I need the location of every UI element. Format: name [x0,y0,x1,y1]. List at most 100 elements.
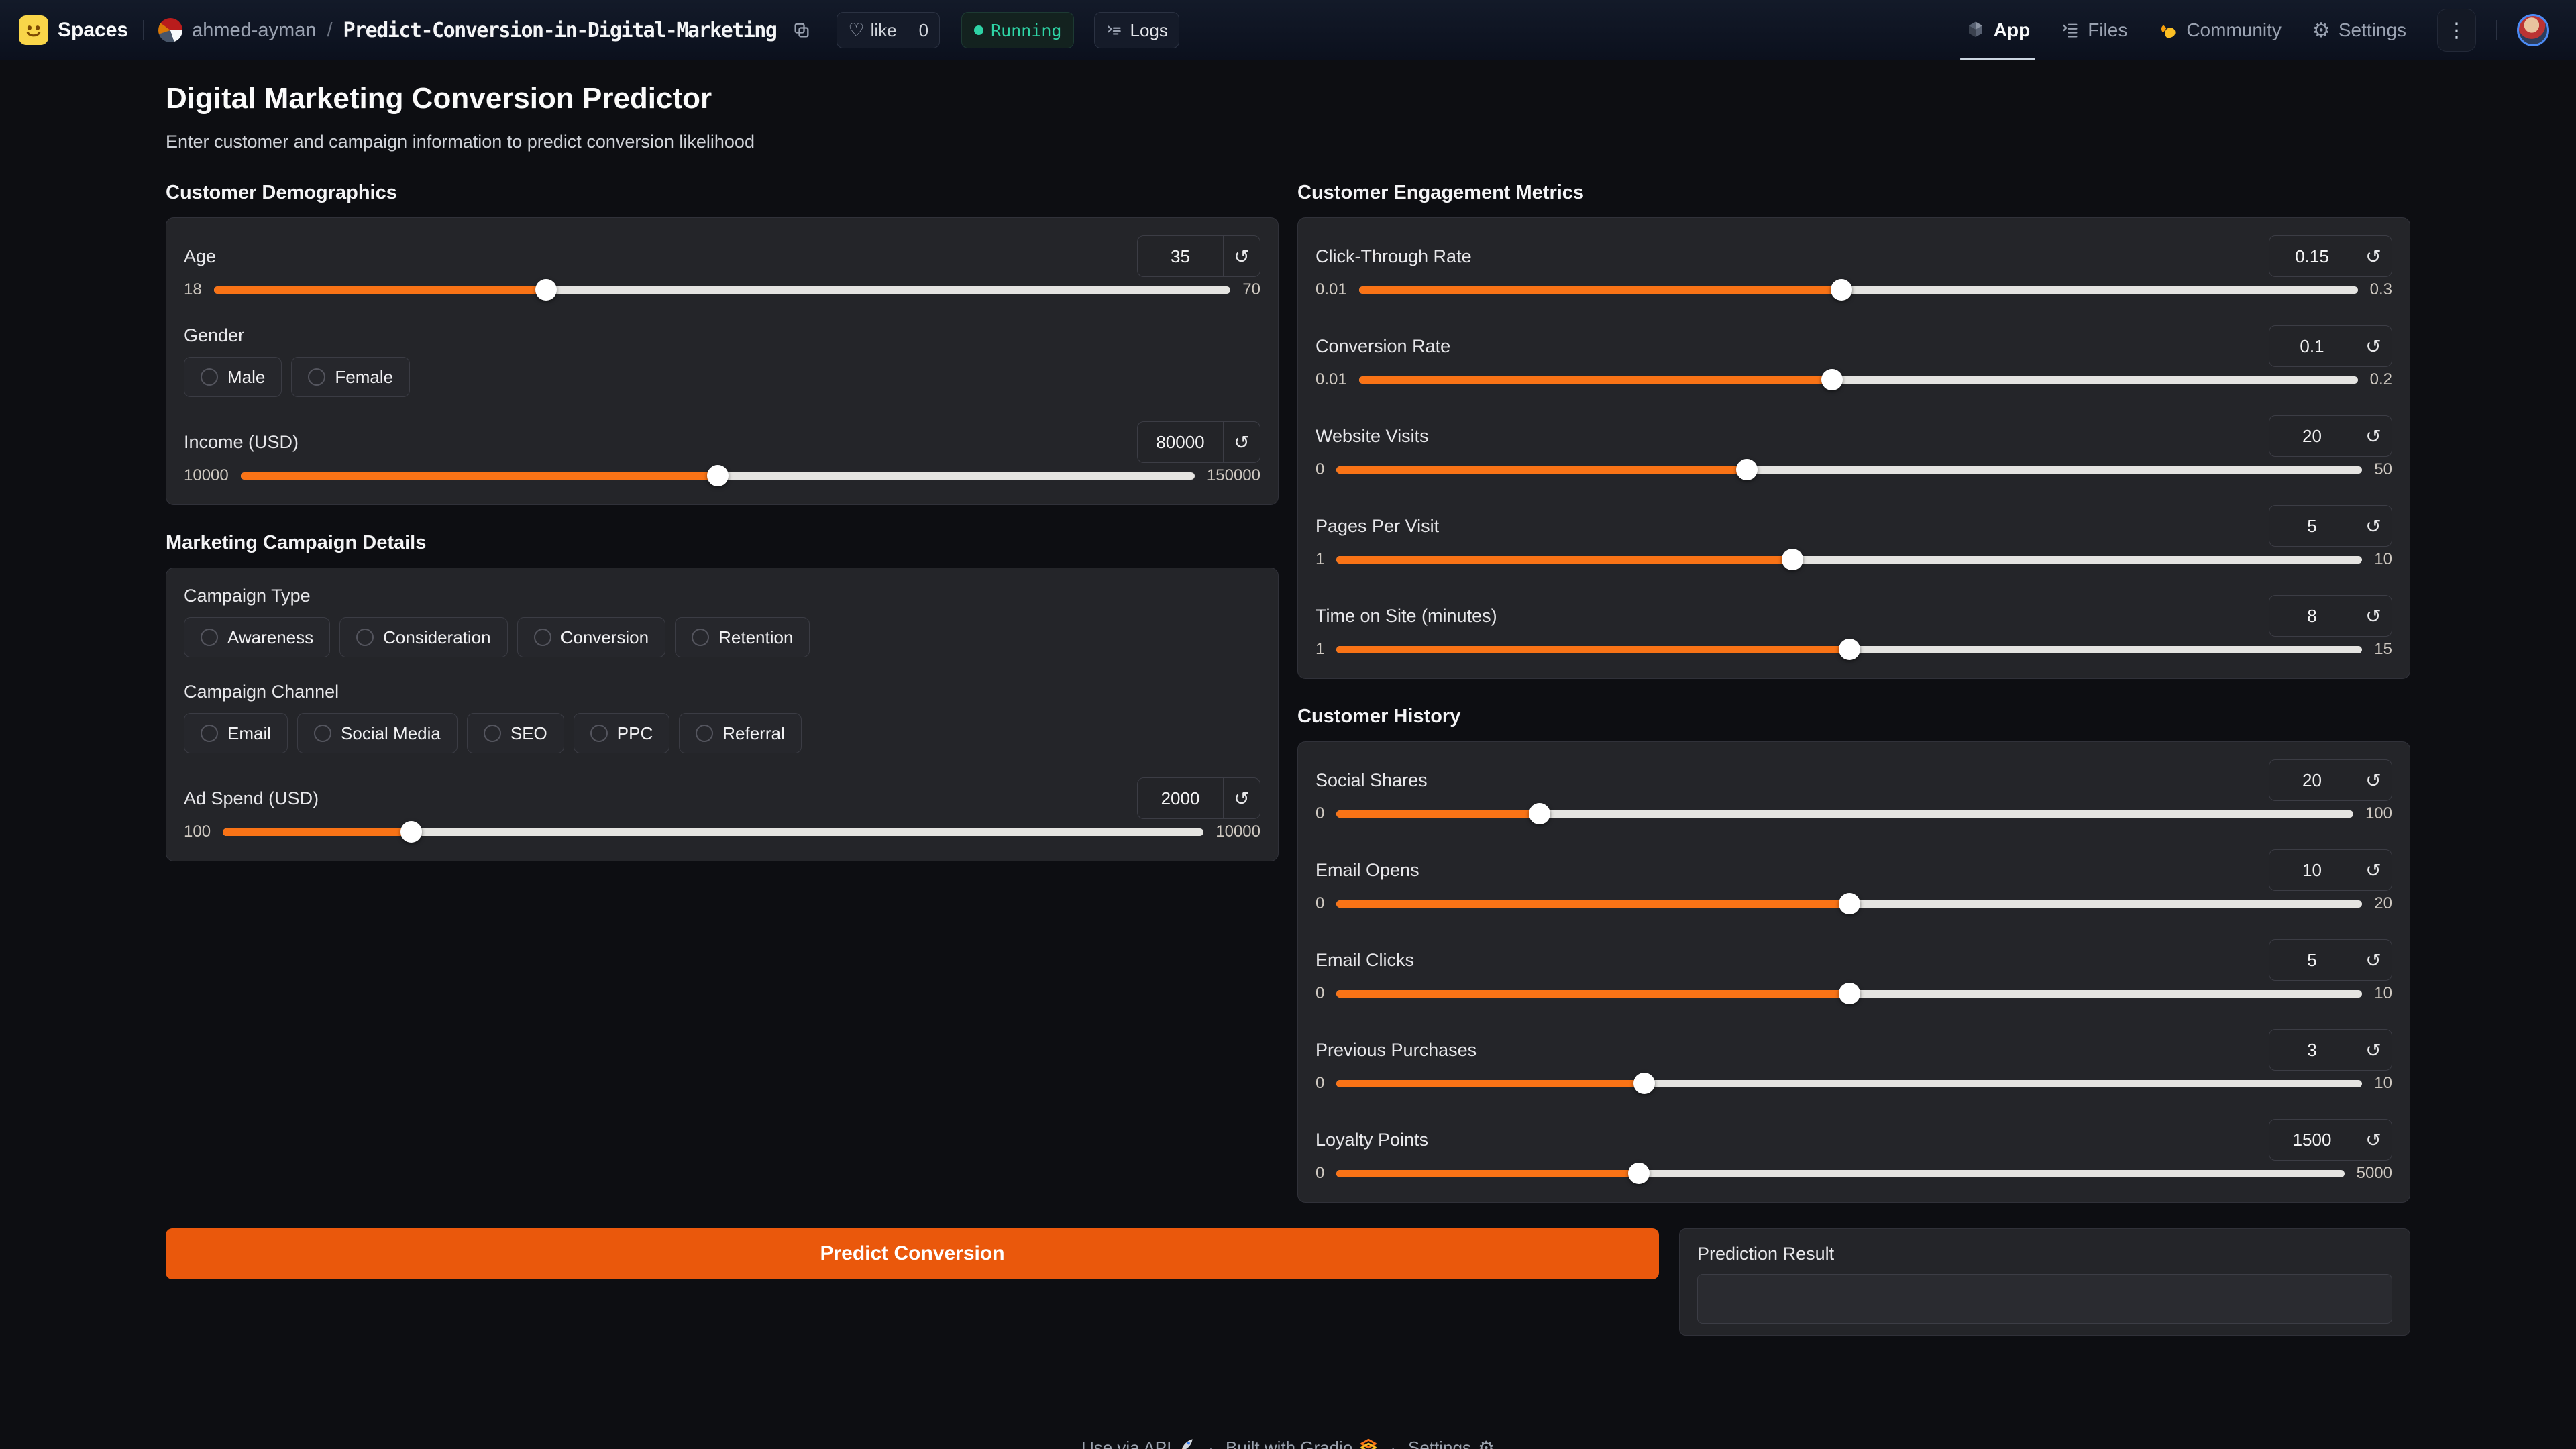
slider-handle[interactable] [1782,549,1803,570]
slider-value-input[interactable]: 5 [2269,506,2355,546]
radio-option-ppc[interactable]: PPC [574,713,669,753]
slider-value-input[interactable]: 10 [2269,850,2355,890]
repo-owner-link[interactable]: ahmed-ayman [192,19,316,42]
huggingface-logo-icon[interactable] [19,15,48,45]
status-badge[interactable]: Running [961,12,1074,48]
slider-value-input[interactable]: 80000 [1138,422,1223,462]
slider-track[interactable] [1336,556,2362,564]
slider-handle[interactable] [1736,459,1758,480]
radio-option-label: Consideration [383,627,490,648]
slider-handle[interactable] [535,279,557,301]
slider-value-input[interactable]: 3 [2269,1030,2355,1070]
slider-handle[interactable] [1633,1073,1655,1094]
slider-fill [1336,900,1849,908]
predict-conversion-button[interactable]: Predict Conversion [166,1228,1659,1279]
radio-option-label: Conversion [561,627,649,648]
slider-track[interactable] [1359,376,2358,384]
radio-option-retention[interactable]: Retention [675,617,810,657]
reset-icon[interactable]: ↺ [2355,506,2392,546]
slider-value-input[interactable]: 0.15 [2269,236,2355,276]
slider-track[interactable] [1336,1080,2362,1087]
reset-icon[interactable]: ↺ [1223,422,1260,462]
radio-circle-icon [314,724,331,742]
slider-handle[interactable] [1529,803,1550,824]
reset-icon[interactable]: ↺ [2355,416,2392,456]
reset-icon[interactable]: ↺ [2355,596,2392,636]
spaces-brand[interactable]: Spaces [58,19,128,42]
logs-button[interactable]: Logs [1094,12,1179,48]
slider-value-input[interactable]: 20 [2269,416,2355,456]
prediction-result-output[interactable] [1697,1274,2392,1324]
use-via-api-link[interactable]: Use via API [1081,1437,1195,1449]
page-title: Digital Marketing Conversion Predictor [166,82,2410,115]
copy-icon[interactable] [792,21,811,40]
slider-value-input[interactable]: 5 [2269,940,2355,980]
slider-track[interactable] [1336,1170,2344,1177]
slider-value-input[interactable]: 20 [2269,760,2355,800]
slider-row: 100 10000 [184,820,1260,843]
tab-community[interactable]: Community [2158,0,2282,60]
tab-files[interactable]: Files [2061,0,2127,60]
slider-min-label: 0 [1316,1164,1324,1183]
slider-handle[interactable] [1821,369,1843,390]
slider-value-input[interactable]: 0.1 [2269,326,2355,366]
slider-track[interactable] [1336,810,2353,818]
slider-handle[interactable] [707,465,729,486]
radio-option-social-media[interactable]: Social Media [297,713,458,753]
slider-handle[interactable] [1831,279,1852,301]
reset-icon[interactable]: ↺ [2355,236,2392,276]
reset-icon[interactable]: ↺ [2355,1120,2392,1160]
slider-track[interactable] [1359,286,2358,294]
radio-option-female[interactable]: Female [291,357,410,397]
slider-value-input[interactable]: 35 [1138,236,1223,276]
reset-icon[interactable]: ↺ [2355,940,2392,980]
radio-option-conversion[interactable]: Conversion [517,617,666,657]
reset-icon[interactable]: ↺ [2355,850,2392,890]
repo-avatar[interactable] [158,18,182,42]
reset-icon[interactable]: ↺ [2355,326,2392,366]
reset-icon[interactable]: ↺ [2355,760,2392,800]
footer-settings-link[interactable]: Settings ⚙ [1408,1437,1495,1449]
repo-name-link[interactable]: Predict-Conversion-in-Digital-Marketing [343,19,777,42]
like-widget[interactable]: ♡ like 0 [837,12,940,48]
slider-label: Website Visits [1316,426,1429,447]
kebab-menu-icon[interactable]: ⋮ [2437,9,2476,52]
slider-min-label: 100 [184,822,211,841]
radio-option-label: Awareness [227,627,313,648]
slider-track[interactable] [241,472,1195,480]
slider-track[interactable] [223,828,1203,836]
tab-app[interactable]: App [1966,0,2030,60]
slider-track[interactable] [1336,990,2362,998]
radio-option-male[interactable]: Male [184,357,282,397]
column-1: Customer Demographics Age 35 ↺ 18 70 Gen… [166,182,1279,861]
slider-value-input[interactable]: 1500 [2269,1120,2355,1160]
slider-handle[interactable] [1839,893,1860,914]
slider-track[interactable] [1336,646,2362,653]
user-avatar[interactable] [2517,14,2549,46]
slider-track[interactable] [214,286,1231,294]
radio-option-consideration[interactable]: Consideration [339,617,507,657]
slider-handle[interactable] [400,821,422,843]
radio-option-referral[interactable]: Referral [679,713,801,753]
slider-handle[interactable] [1628,1163,1650,1184]
slider-value-input[interactable]: 8 [2269,596,2355,636]
slider-track[interactable] [1336,900,2362,908]
like-count[interactable]: 0 [908,20,939,41]
built-with-gradio-link[interactable]: Built with Gradio [1226,1436,1378,1449]
radio-options: Email Social Media SEO PPC Referral [184,713,1260,753]
slider-min-label: 0 [1316,894,1324,913]
slider-value-input[interactable]: 2000 [1138,778,1223,818]
reset-icon[interactable]: ↺ [1223,778,1260,818]
radio-option-awareness[interactable]: Awareness [184,617,330,657]
slider-handle[interactable] [1839,639,1860,660]
reset-icon[interactable]: ↺ [2355,1030,2392,1070]
slider-handle[interactable] [1839,983,1860,1004]
like-button[interactable]: ♡ like [837,13,907,48]
radio-option-email[interactable]: Email [184,713,288,753]
radio-option-seo[interactable]: SEO [467,713,564,753]
reset-icon[interactable]: ↺ [1223,236,1260,276]
slider-track[interactable] [1336,466,2362,474]
tab-settings[interactable]: ⚙Settings [2312,0,2406,60]
radio-circle-icon [696,724,713,742]
logs-label: Logs [1130,20,1167,41]
